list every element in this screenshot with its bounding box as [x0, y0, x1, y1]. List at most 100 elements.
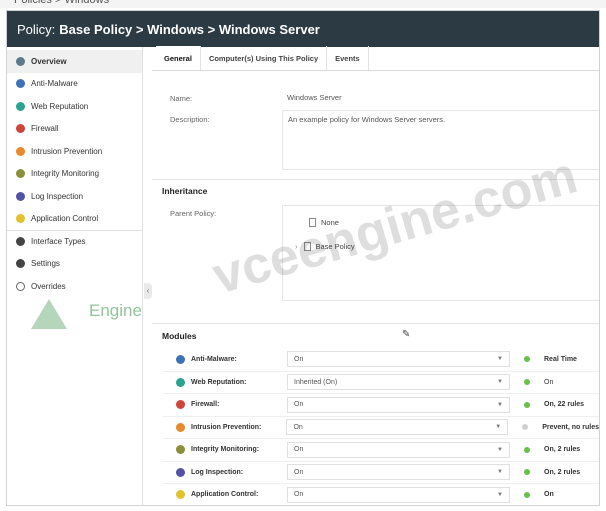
chevron-right-icon[interactable]: › — [295, 242, 298, 251]
settings-icon — [16, 259, 25, 269]
sidebar-item-interface-types[interactable]: Interface Types — [7, 230, 142, 253]
chevron-down-icon: ▼ — [497, 469, 503, 476]
integrity-monitoring-state-select[interactable]: On ▼ — [287, 441, 510, 458]
module-status: On — [544, 378, 554, 386]
name-label: Name: — [170, 94, 193, 103]
sidebar-item-label: Application Control — [31, 214, 99, 224]
status-dot — [524, 401, 530, 408]
status-dot — [524, 469, 530, 476]
tree-item-none[interactable]: None — [309, 218, 339, 227]
sidebar-item-label: Firewall — [31, 124, 59, 134]
tree-item-base-policy[interactable]: › Base Policy — [295, 242, 355, 251]
anti-malware-icon — [176, 354, 185, 364]
policy-main-panel: General Computer(s) Using This Policy Ev… — [152, 46, 599, 505]
policy-document-icon — [303, 242, 311, 251]
section-divider — [152, 323, 599, 324]
web-reputation-state-select[interactable]: Inherited (On) ▼ — [287, 374, 510, 391]
module-label: Firewall: — [191, 401, 220, 409]
module-label: Log Inspection: — [191, 468, 244, 476]
overrides-icon — [16, 281, 25, 291]
sidebar-item-label: Log Inspection — [31, 191, 84, 201]
web-reputation-icon — [176, 377, 185, 387]
sidebar-item-label: Settings — [31, 259, 60, 269]
module-label: Intrusion Prevention: — [191, 423, 262, 431]
chevron-down-icon: ▼ — [495, 424, 502, 431]
module-status: On, 22 rules — [544, 401, 585, 409]
policy-document-icon — [309, 218, 316, 227]
interface-types-icon — [16, 237, 25, 247]
module-status: Prevent, no rules — [542, 423, 599, 431]
name-field[interactable]: Windows Server — [282, 89, 599, 107]
policy-titlebar: Policy: Base Policy > Windows > Windows … — [7, 11, 599, 47]
sidebar-item-label: Anti-Malware — [31, 79, 78, 89]
tab-events[interactable]: Events — [327, 46, 369, 70]
log-inspection-icon — [176, 467, 185, 477]
tree-item-label: None — [321, 218, 339, 227]
sidebar-item-web-reputation[interactable]: Web Reputation — [7, 95, 142, 118]
web-reputation-icon — [16, 101, 25, 111]
tab-general[interactable]: General — [156, 46, 201, 70]
module-label: Web Reputation: — [191, 378, 247, 386]
sidebar-item-firewall[interactable]: Firewall — [7, 118, 142, 141]
sidebar-item-label: Web Reputation — [31, 101, 89, 111]
module-label: Anti-Malware: — [191, 355, 237, 363]
sidebar-item-anti-malware[interactable]: Anti-Malware — [7, 73, 142, 96]
module-row-application-control: Application Control: On ▼ On — [162, 483, 599, 505]
collapse-sidebar-handle[interactable]: ‹ — [144, 283, 152, 299]
status-dot — [524, 446, 530, 453]
policy-title-path: Base Policy > Windows > Windows Server — [59, 21, 320, 37]
tree-item-label: Base Policy — [315, 242, 355, 251]
cropped-top-edge: Policies > Windows — [0, 0, 606, 8]
parent-policy-tree: None › Base Policy — [282, 205, 599, 301]
sidebar-item-label: Interface Types — [31, 237, 86, 247]
module-status: Real Time — [544, 355, 577, 363]
integrity-monitoring-icon — [16, 169, 25, 179]
select-value: On — [294, 446, 304, 454]
anti-malware-icon — [16, 79, 25, 89]
chevron-down-icon: ▼ — [497, 491, 503, 498]
module-row-log-inspection: Log Inspection: On ▼ On, 2 rules — [162, 460, 599, 484]
chevron-down-icon: ▼ — [497, 401, 503, 408]
select-value: On — [294, 468, 304, 476]
log-inspection-state-select[interactable]: On ▼ — [287, 464, 510, 481]
sidebar-item-label: Integrity Monitoring — [31, 169, 100, 179]
sidebar-item-settings[interactable]: Settings — [7, 253, 142, 276]
status-dot — [524, 379, 530, 386]
sidebar-item-integrity-monitoring[interactable]: Integrity Monitoring — [7, 163, 142, 186]
inheritance-section-title: Inheritance — [162, 186, 208, 196]
module-row-firewall: Firewall: On ▼ On, 22 rules — [162, 393, 599, 416]
policy-sidebar: Overview Anti-Malware Web Reputation Fir… — [7, 47, 143, 505]
select-value: On — [294, 401, 304, 409]
sidebar-item-overrides[interactable]: Overrides — [7, 275, 142, 298]
sidebar-item-intrusion-prevention[interactable]: Intrusion Prevention — [7, 140, 142, 163]
policy-editor-window: Policy: Base Policy > Windows > Windows … — [6, 10, 600, 506]
firewall-icon — [16, 124, 25, 134]
module-status: On, 2 rules — [544, 468, 581, 476]
firewall-icon — [176, 400, 185, 410]
description-field[interactable]: An example policy for Windows Server ser… — [282, 110, 599, 170]
tab-computers-using-policy[interactable]: Computer(s) Using This Policy — [201, 46, 328, 70]
module-label: Application Control: — [191, 491, 259, 499]
sidebar-item-application-control[interactable]: Application Control — [7, 208, 142, 231]
module-status: On — [544, 491, 554, 499]
sidebar-item-label: Overview — [31, 56, 67, 66]
intrusion-prevention-state-select[interactable]: On ▼ — [286, 419, 509, 436]
sidebar-item-overview[interactable]: Overview — [7, 50, 142, 73]
intrusion-prevention-icon — [176, 422, 185, 432]
anti-malware-state-select[interactable]: On ▼ — [287, 351, 510, 368]
select-value: On — [294, 355, 304, 363]
module-label: Integrity Monitoring: — [191, 446, 260, 454]
module-row-web-reputation: Web Reputation: Inherited (On) ▼ On — [162, 370, 599, 394]
sidebar-item-label: Overrides — [31, 281, 66, 291]
status-dot — [524, 356, 530, 363]
application-control-state-select[interactable]: On ▼ — [287, 486, 510, 503]
select-value: Inherited (On) — [294, 378, 338, 386]
module-row-anti-malware: Anti-Malware: On ▼ Real Time — [162, 348, 599, 371]
policy-tabs: General Computer(s) Using This Policy Ev… — [152, 46, 599, 71]
module-row-intrusion-prevention: Intrusion Prevention: On ▼ Prevent, no r… — [162, 415, 599, 439]
sidebar-item-label: Intrusion Prevention — [31, 146, 103, 156]
sidebar-item-log-inspection[interactable]: Log Inspection — [7, 185, 142, 208]
select-value: On — [293, 423, 303, 431]
firewall-state-select[interactable]: On ▼ — [287, 396, 510, 413]
chevron-down-icon: ▼ — [497, 356, 503, 363]
